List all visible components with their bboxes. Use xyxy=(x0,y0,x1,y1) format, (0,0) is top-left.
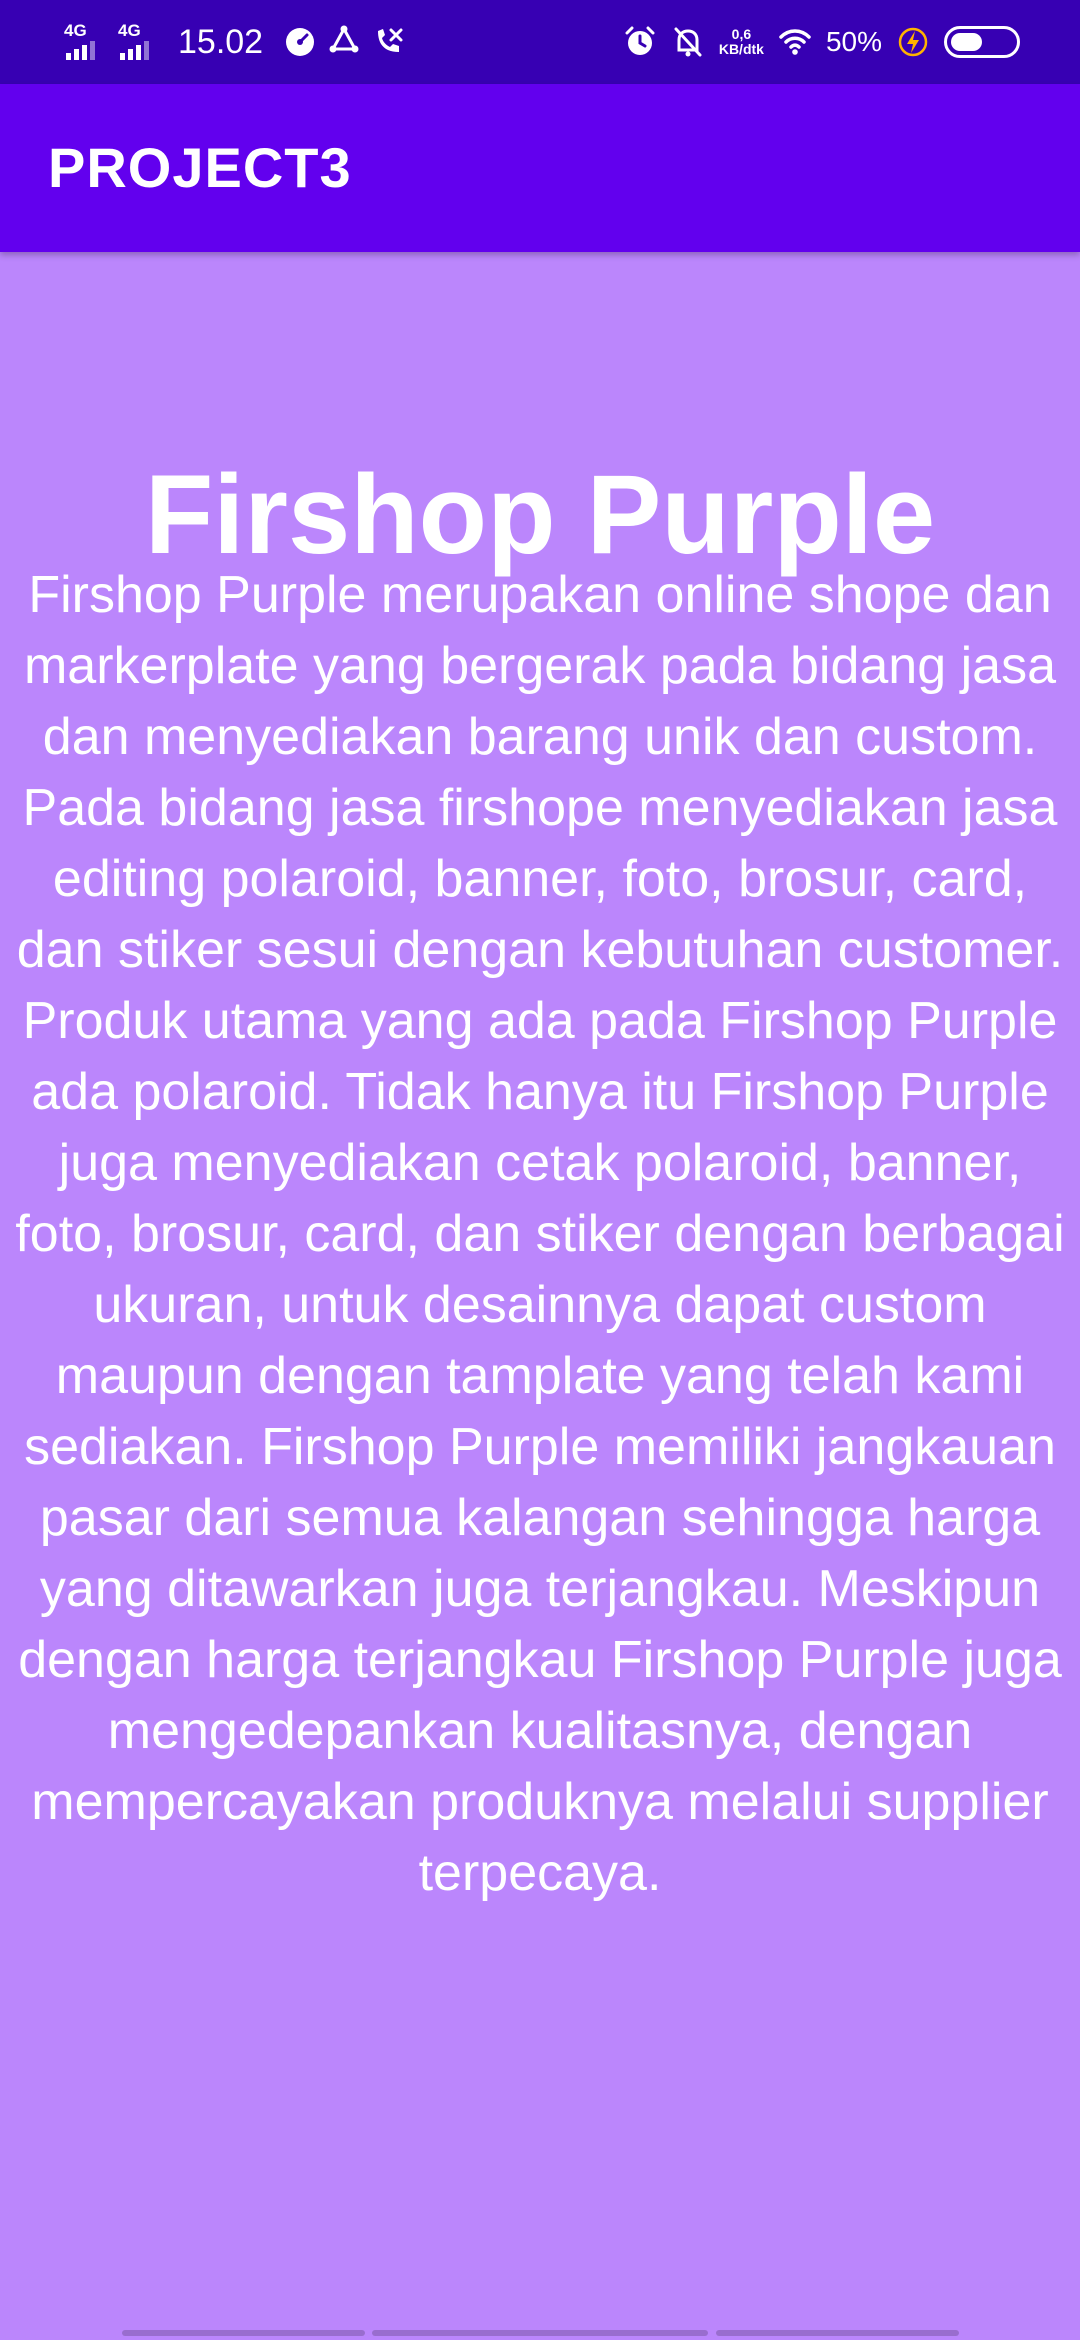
nav-hint-left[interactable] xyxy=(122,2330,365,2336)
wifi-icon xyxy=(778,25,812,59)
app-title: PROJECT3 xyxy=(48,136,352,199)
alarm-icon xyxy=(623,25,657,59)
battery-percent: 50% xyxy=(825,26,882,57)
status-bar-left: 4G 4G 15.02 xyxy=(64,0,405,84)
charging-icon xyxy=(896,25,930,59)
network-type-label: 4G xyxy=(64,21,87,40)
app-bar: PROJECT3 xyxy=(0,84,1080,252)
speedometer-icon xyxy=(283,25,317,59)
status-bar: 4G 4G 15.02 0,6 KB/dtk 50% xyxy=(0,0,1080,84)
nav-hint-right[interactable] xyxy=(716,2330,959,2336)
navigation-gesture-bar[interactable] xyxy=(0,2330,1080,2340)
description-text: Firshop Purple merupakan online shope da… xyxy=(15,566,1065,1902)
network-speed: 0,6 KB/dtk xyxy=(719,27,764,57)
clock: 15.02 xyxy=(178,22,264,61)
signal-sim1-icon: 4G xyxy=(64,22,108,62)
sync-icon xyxy=(327,25,361,59)
battery-icon xyxy=(944,26,1020,58)
notifications-off-icon xyxy=(671,25,705,59)
signal-sim2-icon: 4G xyxy=(118,22,162,62)
network-speed-unit: KB/dtk xyxy=(718,41,764,57)
missed-call-icon xyxy=(371,25,405,59)
status-bar-right: 0,6 KB/dtk 50% xyxy=(623,0,1020,84)
network-speed-value: 0,6 xyxy=(731,26,752,42)
nav-hint-center[interactable] xyxy=(372,2330,708,2336)
battery-fill xyxy=(951,33,982,51)
network-type-label: 4G xyxy=(118,21,141,40)
